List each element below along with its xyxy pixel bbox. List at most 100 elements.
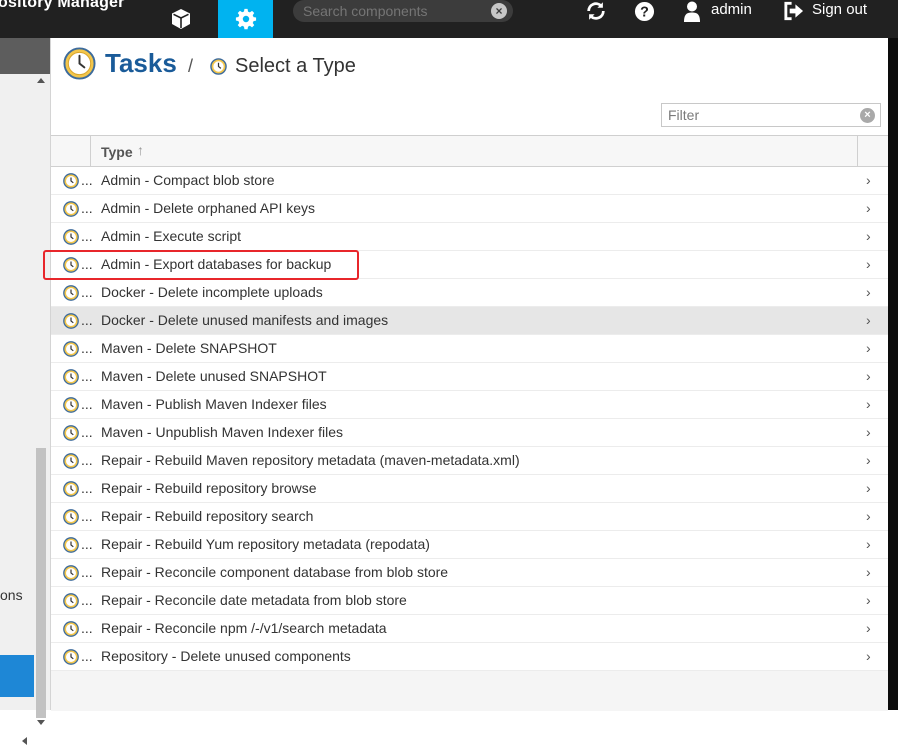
table-row[interactable]: ... Maven - Unpublish Maven Indexer files… bbox=[51, 419, 888, 447]
type-column-header[interactable]: Type bbox=[101, 144, 133, 160]
chevron-right-icon[interactable]: › bbox=[866, 648, 871, 664]
help-button[interactable]: ? bbox=[633, 0, 655, 22]
top-header: ository Manager × ? bbox=[0, 0, 898, 38]
scroll-left-icon[interactable] bbox=[22, 737, 27, 745]
highlight-annotation bbox=[43, 250, 359, 280]
task-type-label: Admin - Compact blob store bbox=[101, 172, 275, 188]
chevron-right-icon[interactable]: › bbox=[866, 620, 871, 636]
scroll-down-icon[interactable] bbox=[37, 720, 45, 725]
refresh-icon bbox=[587, 2, 605, 20]
clock-icon bbox=[63, 593, 79, 609]
svg-text:?: ? bbox=[640, 4, 649, 20]
table-row[interactable]: ... Admin - Compact blob store › bbox=[51, 167, 888, 195]
scrollbar-thumb[interactable] bbox=[36, 448, 46, 718]
task-type-label: Repair - Rebuild Yum repository metadata… bbox=[101, 536, 430, 552]
table-row[interactable]: ... Maven - Delete SNAPSHOT › bbox=[51, 335, 888, 363]
chevron-right-icon[interactable]: › bbox=[866, 228, 871, 244]
clock-icon bbox=[63, 341, 79, 357]
clock-icon bbox=[63, 509, 79, 525]
truncated-cell: ... bbox=[81, 620, 93, 636]
admin-mode-button[interactable] bbox=[218, 0, 273, 38]
chevron-right-icon[interactable]: › bbox=[866, 564, 871, 580]
refresh-button[interactable] bbox=[584, 0, 608, 22]
truncated-cell: ... bbox=[81, 592, 93, 608]
table-row[interactable]: ... Maven - Delete unused SNAPSHOT › bbox=[51, 363, 888, 391]
truncated-cell: ... bbox=[81, 536, 93, 552]
clock-icon bbox=[63, 313, 79, 329]
table-row[interactable]: ... Docker - Delete incomplete uploads › bbox=[51, 279, 888, 307]
help-icon: ? bbox=[634, 1, 654, 21]
chevron-right-icon[interactable]: › bbox=[866, 508, 871, 524]
truncated-cell: ... bbox=[81, 480, 93, 496]
task-type-grid: Type ↑ ... Admin - Compact blob store ›...… bbox=[51, 135, 888, 711]
clock-icon bbox=[63, 229, 79, 245]
sidebar-selected-item[interactable] bbox=[0, 655, 34, 697]
signout-link[interactable]: Sign out bbox=[812, 1, 867, 18]
clock-icon bbox=[63, 369, 79, 385]
chevron-right-icon[interactable]: › bbox=[866, 480, 871, 496]
table-row[interactable]: ... Repository - Delete unused components… bbox=[51, 643, 888, 671]
left-sidebar: ons bbox=[0, 38, 51, 745]
chevron-right-icon[interactable]: › bbox=[866, 172, 871, 188]
chevron-right-icon[interactable]: › bbox=[866, 340, 871, 356]
task-type-label: Repair - Rebuild repository search bbox=[101, 508, 314, 524]
truncated-cell: ... bbox=[81, 424, 93, 440]
chevron-right-icon[interactable]: › bbox=[866, 592, 871, 608]
grid-rows: ... Admin - Compact blob store ›... Admin -… bbox=[51, 167, 888, 671]
chevron-right-icon[interactable]: › bbox=[866, 368, 871, 384]
chevron-right-icon[interactable]: › bbox=[866, 200, 871, 216]
filter-clear-icon[interactable]: × bbox=[860, 108, 875, 123]
task-type-label: Repair - Reconcile date metadata from bl… bbox=[101, 592, 407, 608]
search-components-input[interactable] bbox=[293, 0, 513, 22]
table-row[interactable]: ... Repair - Reconcile npm /-/v1/search m… bbox=[51, 615, 888, 643]
truncated-cell: ... bbox=[81, 172, 93, 188]
scroll-up-icon[interactable] bbox=[37, 78, 45, 83]
truncated-cell: ... bbox=[81, 228, 93, 244]
task-type-label: Admin - Execute script bbox=[101, 228, 242, 244]
task-type-label: Repository - Delete unused components bbox=[101, 648, 351, 664]
search-clear-icon[interactable]: × bbox=[491, 3, 507, 19]
table-row[interactable]: ... Docker - Delete unused manifests and … bbox=[51, 307, 888, 335]
chevron-right-icon[interactable]: › bbox=[866, 536, 871, 552]
chevron-right-icon[interactable]: › bbox=[866, 396, 871, 412]
chevron-right-icon[interactable]: › bbox=[866, 424, 871, 440]
clock-icon bbox=[63, 47, 96, 80]
sort-ascending-icon[interactable]: ↑ bbox=[137, 142, 144, 158]
signout-button[interactable] bbox=[782, 0, 804, 22]
filter-input[interactable] bbox=[661, 103, 881, 127]
truncated-cell: ... bbox=[81, 396, 93, 412]
user-name[interactable]: admin bbox=[711, 1, 752, 18]
task-type-label: Repair - Rebuild Maven repository metada… bbox=[101, 452, 520, 468]
chevron-right-icon[interactable]: › bbox=[866, 452, 871, 468]
table-row[interactable]: ... Repair - Reconcile date metadata from… bbox=[51, 587, 888, 615]
browse-mode-button[interactable] bbox=[158, 0, 204, 38]
clock-icon bbox=[63, 201, 79, 217]
chevron-right-icon[interactable]: › bbox=[866, 284, 871, 300]
chevron-right-icon[interactable]: › bbox=[866, 312, 871, 328]
table-row[interactable]: ... Admin - Execute script › bbox=[51, 223, 888, 251]
sidebar-item-label[interactable]: ons bbox=[0, 587, 23, 603]
page-title[interactable]: Tasks bbox=[105, 48, 177, 79]
sidebar-scrollbar[interactable] bbox=[34, 74, 50, 725]
clock-icon bbox=[63, 621, 79, 637]
truncated-cell: ... bbox=[81, 340, 93, 356]
clock-icon bbox=[210, 58, 227, 75]
task-type-label: Maven - Publish Maven Indexer files bbox=[101, 396, 327, 412]
table-row[interactable]: ... Admin - Delete orphaned API keys › bbox=[51, 195, 888, 223]
task-type-label: Docker - Delete incomplete uploads bbox=[101, 284, 323, 300]
truncated-cell: ... bbox=[81, 508, 93, 524]
table-row[interactable]: ... Repair - Rebuild repository browse › bbox=[51, 475, 888, 503]
user-menu-button[interactable] bbox=[682, 0, 702, 22]
chevron-right-icon[interactable]: › bbox=[866, 256, 871, 272]
clock-icon bbox=[63, 649, 79, 665]
table-row[interactable]: ... Repair - Reconcile component database… bbox=[51, 559, 888, 587]
clock-icon bbox=[63, 173, 79, 189]
task-type-label: Repair - Reconcile npm /-/v1/search meta… bbox=[101, 620, 387, 636]
task-type-label: Repair - Reconcile component database fr… bbox=[101, 564, 449, 580]
table-row[interactable]: ... Repair - Rebuild repository search › bbox=[51, 503, 888, 531]
table-row[interactable]: ... Repair - Rebuild Maven repository met… bbox=[51, 447, 888, 475]
table-row[interactable]: ... Repair - Rebuild Yum repository metad… bbox=[51, 531, 888, 559]
gear-icon bbox=[235, 8, 256, 30]
task-type-label: Repair - Rebuild repository browse bbox=[101, 480, 317, 496]
table-row[interactable]: ... Maven - Publish Maven Indexer files › bbox=[51, 391, 888, 419]
